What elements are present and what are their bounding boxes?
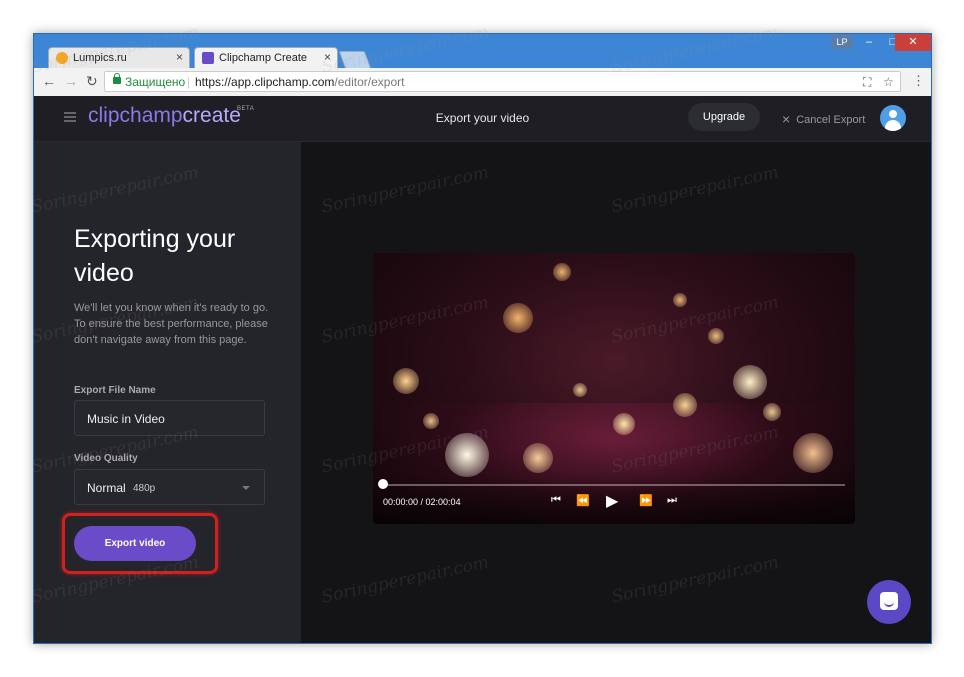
app-header: clipchampcreate BETA Export your video U… (34, 96, 931, 142)
minimize-button[interactable]: – (857, 34, 881, 51)
translate-icon[interactable]: ⛶ (863, 72, 871, 92)
tab-strip: Lumpics.ru × Clipchamp Create × LP – □ ✕ (34, 34, 931, 69)
bokeh (393, 368, 419, 394)
browser-window: Lumpics.ru × Clipchamp Create × LP – □ ✕… (33, 33, 932, 644)
bokeh (763, 403, 781, 421)
quality-value: Normal (87, 481, 126, 495)
fast-forward-icon[interactable]: ⏩ (639, 494, 653, 507)
player-controls: 00:00:00 / 02:00:04 ⏮ ⏪ ▶ ⏩ ⏭ (373, 477, 855, 524)
profile-badge[interactable]: LP (831, 35, 853, 49)
forward-icon[interactable]: → (64, 73, 78, 89)
bokeh (793, 433, 833, 473)
bokeh (423, 413, 439, 429)
back-icon[interactable]: ← (42, 73, 56, 89)
export-message: We'll let you know when it's ready to go… (74, 302, 269, 346)
bokeh (673, 293, 687, 307)
video-quality-select[interactable]: Normal 480p (74, 469, 265, 505)
bokeh (523, 443, 553, 473)
file-name-input[interactable]: Music in Video (74, 400, 265, 436)
new-tab-button[interactable] (338, 51, 372, 69)
clipchamp-app: clipchampcreate BETA Export your video U… (34, 96, 931, 643)
chat-support-icon[interactable] (867, 580, 911, 624)
export-heading: Exporting your video (74, 225, 236, 287)
bokeh (553, 263, 571, 281)
bokeh (613, 413, 635, 435)
export-video-button[interactable]: Export video (74, 526, 196, 561)
divider: | (187, 75, 191, 89)
upgrade-button[interactable]: Upgrade (688, 103, 760, 131)
cancel-export-button[interactable]: × Cancel Export (782, 111, 865, 127)
close-window-button[interactable]: ✕ (895, 34, 931, 51)
seek-handle[interactable] (378, 479, 388, 489)
bookmark-star-icon[interactable]: ☆ (883, 72, 894, 92)
bokeh (673, 393, 697, 417)
skip-start-icon[interactable]: ⏮ (551, 494, 561, 507)
address-bar: ← → ↻ Защищено | https://app.clipchamp.c… (34, 68, 931, 97)
play-icon[interactable]: ▶ (606, 491, 618, 511)
tab-close-icon[interactable]: × (324, 50, 331, 64)
tab-title: Clipchamp Create (219, 52, 308, 64)
video-preview[interactable]: 00:00:00 / 02:00:04 ⏮ ⏪ ▶ ⏩ ⏭ (373, 253, 855, 524)
url-main: https://app.clipchamp.com (195, 75, 335, 89)
bokeh (708, 328, 724, 344)
rewind-icon[interactable]: ⏪ (576, 494, 590, 507)
file-name-value: Music in Video (87, 412, 165, 426)
secure-label: Защищено (125, 75, 186, 89)
skip-end-icon[interactable]: ⏭ (667, 494, 677, 507)
bokeh (503, 303, 533, 333)
url-path: /editor/export (334, 75, 405, 89)
avatar[interactable] (880, 105, 906, 131)
url-text: https://app.clipchamp.com/editor/export (195, 72, 404, 92)
tab-close-icon[interactable]: × (176, 50, 183, 64)
tab-lumpics[interactable]: Lumpics.ru × (48, 47, 190, 68)
quality-resolution: 480p (133, 483, 156, 494)
reload-icon[interactable]: ↻ (86, 73, 98, 90)
file-name-label: Export File Name (74, 385, 156, 396)
bokeh (733, 365, 767, 399)
tab-title: Lumpics.ru (73, 52, 127, 64)
bokeh (445, 433, 489, 477)
time-display: 00:00:00 / 02:00:04 (383, 497, 461, 507)
bokeh (573, 383, 587, 397)
url-field[interactable]: Защищено | https://app.clipchamp.com/edi… (104, 71, 901, 92)
progress-bar[interactable] (383, 484, 845, 486)
chevron-down-icon (242, 486, 250, 490)
lumpics-favicon-icon (56, 52, 68, 64)
close-icon: × (782, 111, 791, 127)
lock-icon (113, 73, 121, 84)
clipchamp-favicon-icon (202, 52, 214, 64)
tab-clipchamp[interactable]: Clipchamp Create × (194, 47, 338, 68)
video-quality-label: Video Quality (74, 453, 138, 464)
cancel-export-label: Cancel Export (796, 114, 866, 126)
menu-kebab-icon[interactable]: ⋮ (912, 73, 925, 89)
